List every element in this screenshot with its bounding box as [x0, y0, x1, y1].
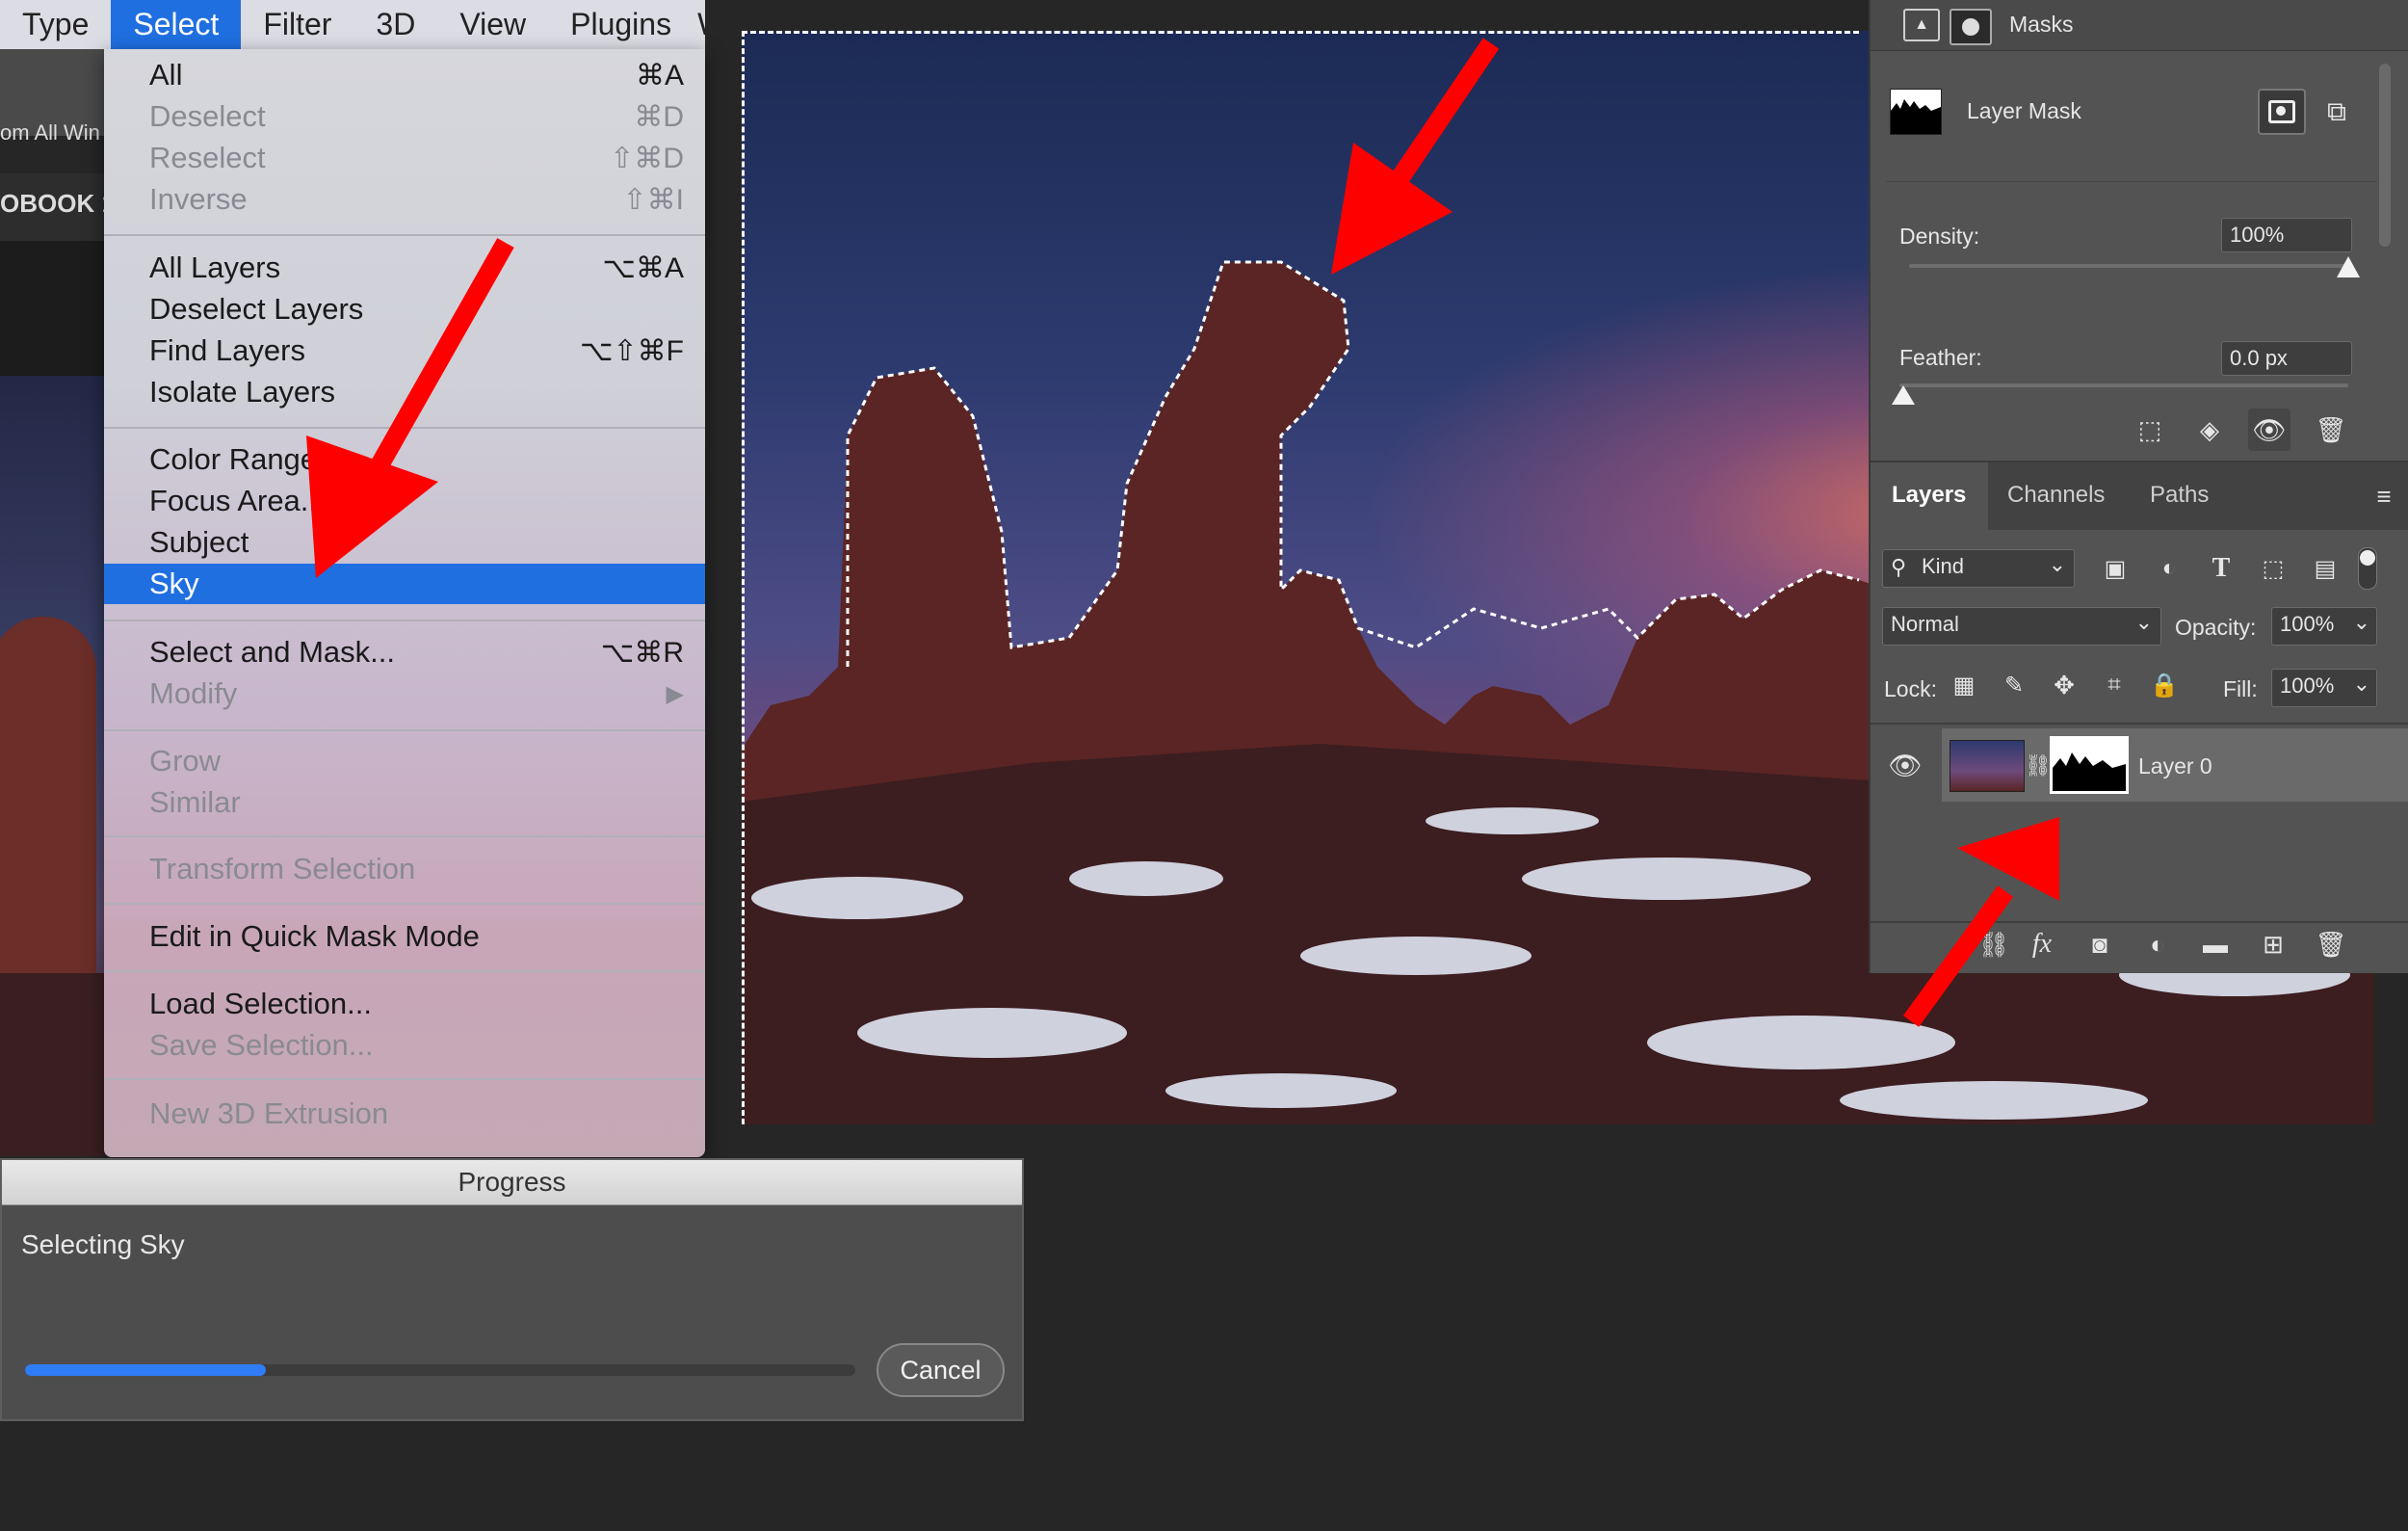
progress-bar: [25, 1364, 855, 1376]
progress-bar-fill: [25, 1364, 266, 1376]
arrow-to-layer-mask-head: [1957, 817, 2059, 901]
arrow-to-sky-menu-head: [306, 436, 438, 578]
arrow-to-selection-head: [1331, 143, 1453, 275]
arrow-to-sky-menu-shaft: [367, 238, 514, 477]
progress-dialog: Progress Selecting Sky Cancel: [0, 1158, 1024, 1421]
progress-title: Progress: [2, 1160, 1022, 1205]
progress-message: Selecting Sky: [21, 1229, 185, 1259]
arrow-to-layer-mask-shaft: [1902, 885, 2014, 1027]
arrow-to-selection-shaft: [1388, 38, 1500, 189]
cancel-button[interactable]: Cancel: [877, 1343, 1005, 1397]
